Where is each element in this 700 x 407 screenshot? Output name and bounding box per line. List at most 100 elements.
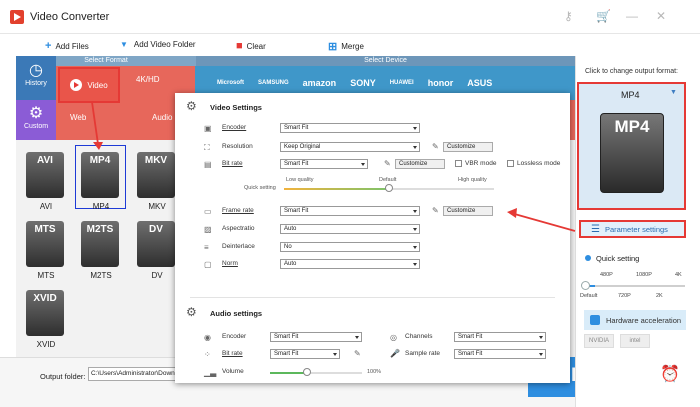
audio-bitrate-icon: ⁘ bbox=[204, 350, 211, 359]
encoder-icon: ▣ bbox=[204, 124, 212, 133]
audio-settings-heading: Audio settings bbox=[210, 309, 263, 318]
edit-icon[interactable]: ✎ bbox=[384, 159, 391, 168]
close-icon[interactable]: ✕ bbox=[656, 9, 666, 23]
qs-level-480p: 480P bbox=[600, 272, 613, 278]
intel-logo: intel bbox=[620, 334, 650, 348]
section-divider bbox=[190, 297, 555, 298]
quick-setting-knob[interactable] bbox=[581, 281, 590, 290]
video-category-tab[interactable]: Video bbox=[58, 67, 120, 103]
mts-icon: MTS bbox=[26, 221, 64, 267]
channels-label: Channels bbox=[405, 333, 433, 340]
video-settings-heading: Video Settings bbox=[210, 103, 262, 112]
custom-button[interactable]: ⚙ Custom bbox=[16, 100, 56, 140]
avi-icon: AVI bbox=[26, 152, 64, 198]
bitrate-label: Bit rate bbox=[222, 160, 243, 167]
merge-icon: ⊞ bbox=[328, 41, 338, 53]
brand-microsoft[interactable]: Microsoft bbox=[213, 78, 248, 88]
change-format-hint: Click to change output format: bbox=[585, 68, 678, 75]
format-tile-dv[interactable]: DV DV bbox=[137, 221, 177, 280]
hardware-acceleration-button[interactable]: Hardware acceleration bbox=[584, 310, 686, 330]
format-tile-avi[interactable]: AVI AVI bbox=[26, 152, 66, 211]
brand-samsung[interactable]: SAMSUNG bbox=[254, 78, 293, 88]
cart-icon[interactable]: 🛒 bbox=[596, 9, 611, 23]
brand-amazon[interactable]: amazon bbox=[299, 76, 341, 90]
clear-button[interactable]: ■ Clear bbox=[236, 40, 266, 52]
encoder-select[interactable]: Smart Fit bbox=[280, 123, 420, 133]
microphone-icon: 🎤 bbox=[390, 349, 400, 358]
quick-setting-bullet-icon bbox=[585, 255, 591, 261]
quality-slider-knob[interactable] bbox=[385, 184, 393, 192]
norm-select[interactable]: Auto bbox=[280, 259, 420, 269]
resolution-select[interactable]: Keep Original bbox=[280, 142, 420, 152]
m2ts-icon: M2TS bbox=[81, 221, 119, 267]
4khd-category-tab[interactable]: 4K/HD bbox=[136, 75, 160, 84]
default-quality-label: Default bbox=[379, 177, 397, 183]
edit-icon[interactable]: ✎ bbox=[432, 142, 439, 151]
lossless-mode-checkbox[interactable] bbox=[507, 160, 514, 167]
mp4-icon: MP4 bbox=[81, 152, 119, 198]
audio-bitrate-label: Bit rate bbox=[222, 350, 243, 357]
quick-setting-slider[interactable] bbox=[585, 285, 685, 287]
gear-icon: ⚙ bbox=[28, 105, 44, 122]
bitrate-select[interactable]: Smart Fit bbox=[280, 159, 368, 169]
low-quality-label: Low quality bbox=[286, 177, 314, 183]
format-tile-m2ts[interactable]: M2TS M2TS bbox=[81, 221, 121, 280]
lossless-mode-label: Lossless mode bbox=[517, 160, 561, 167]
deinterlace-icon: ≡ bbox=[204, 243, 209, 252]
audio-category-tab[interactable]: Audio bbox=[152, 113, 172, 122]
mkv-icon: MKV bbox=[137, 152, 175, 198]
output-folder-field[interactable]: C:\Users\Administrator\Downl bbox=[88, 367, 176, 381]
audio-encoder-select[interactable]: Smart Fit bbox=[270, 332, 362, 342]
add-files-button[interactable]: + Add Files bbox=[45, 40, 89, 52]
parameter-settings-button[interactable]: ☰ Parameter settings bbox=[579, 220, 686, 238]
audio-bitrate-select[interactable]: Smart Fit bbox=[270, 349, 340, 359]
volume-slider-knob[interactable] bbox=[302, 368, 311, 376]
add-video-folder-button[interactable]: ▼ Add Video Folder bbox=[120, 40, 196, 49]
alarm-clock-icon[interactable]: ⏰ bbox=[660, 364, 680, 384]
vbr-mode-label: VBR mode bbox=[465, 160, 497, 167]
format-tile-mkv[interactable]: MKV MKV bbox=[137, 152, 177, 211]
output-format-name: MP4 bbox=[621, 90, 640, 100]
encoder-label: Encoder bbox=[222, 124, 247, 131]
norm-label: Norm bbox=[222, 260, 238, 267]
bitrate-customize-button[interactable]: Customize bbox=[395, 159, 445, 169]
format-tile-xvid[interactable]: XVID XVID bbox=[26, 290, 66, 349]
select-device-label: Select Device bbox=[196, 56, 575, 66]
resolution-customize-button[interactable]: Customize bbox=[443, 142, 493, 152]
plus-icon: + bbox=[45, 40, 52, 52]
nvidia-logo: NVIDIA bbox=[584, 334, 614, 348]
channels-select[interactable]: Smart Fit bbox=[454, 332, 546, 342]
aspectratio-label: Aspectratio bbox=[222, 225, 255, 232]
quick-setting-label: Quick setting bbox=[596, 254, 640, 263]
audio-encoder-icon: ◉ bbox=[204, 333, 211, 342]
edit-icon[interactable]: ✎ bbox=[432, 206, 439, 215]
xvid-icon: XVID bbox=[26, 290, 64, 336]
brand-honor[interactable]: honor bbox=[424, 76, 458, 90]
deinterlace-select[interactable]: No bbox=[280, 242, 420, 252]
brand-sony[interactable]: SONY bbox=[346, 76, 380, 90]
format-tile-mts[interactable]: MTS MTS bbox=[26, 221, 66, 280]
merge-button[interactable]: ⊞ Merge bbox=[328, 40, 364, 53]
format-tile-mp4[interactable]: MP4 MP4 bbox=[81, 152, 121, 211]
brand-asus[interactable]: ASUS bbox=[463, 76, 496, 90]
framerate-label: Frame rate bbox=[222, 207, 254, 214]
quick-setting-label: Quick setting bbox=[244, 185, 276, 191]
history-button[interactable]: ◷ History bbox=[16, 56, 56, 100]
apple-icon[interactable] bbox=[199, 81, 207, 85]
brand-huawei[interactable]: HUAWEI bbox=[386, 78, 418, 88]
format-band: Select Format Select Device bbox=[16, 56, 575, 66]
output-folder-label: Output folder: bbox=[40, 372, 86, 381]
dropdown-caret-icon[interactable]: ▼ bbox=[670, 89, 677, 96]
samplerate-select[interactable]: Smart Fit bbox=[454, 349, 546, 359]
qs-level-1080p: 1080P bbox=[636, 272, 652, 278]
edit-icon[interactable]: ✎ bbox=[354, 349, 361, 358]
bitrate-icon: ▤ bbox=[204, 160, 212, 169]
minimize-icon[interactable]: — bbox=[626, 9, 638, 23]
framerate-customize-button[interactable]: Customize bbox=[443, 206, 493, 216]
framerate-select[interactable]: Smart Fit bbox=[280, 206, 420, 216]
app-title: Video Converter bbox=[30, 11, 110, 23]
aspectratio-select[interactable]: Auto bbox=[280, 224, 420, 234]
vbr-mode-checkbox[interactable] bbox=[455, 160, 462, 167]
key-icon[interactable]: ⚷ bbox=[564, 9, 573, 23]
qs-level-720p: 720P bbox=[618, 293, 631, 299]
